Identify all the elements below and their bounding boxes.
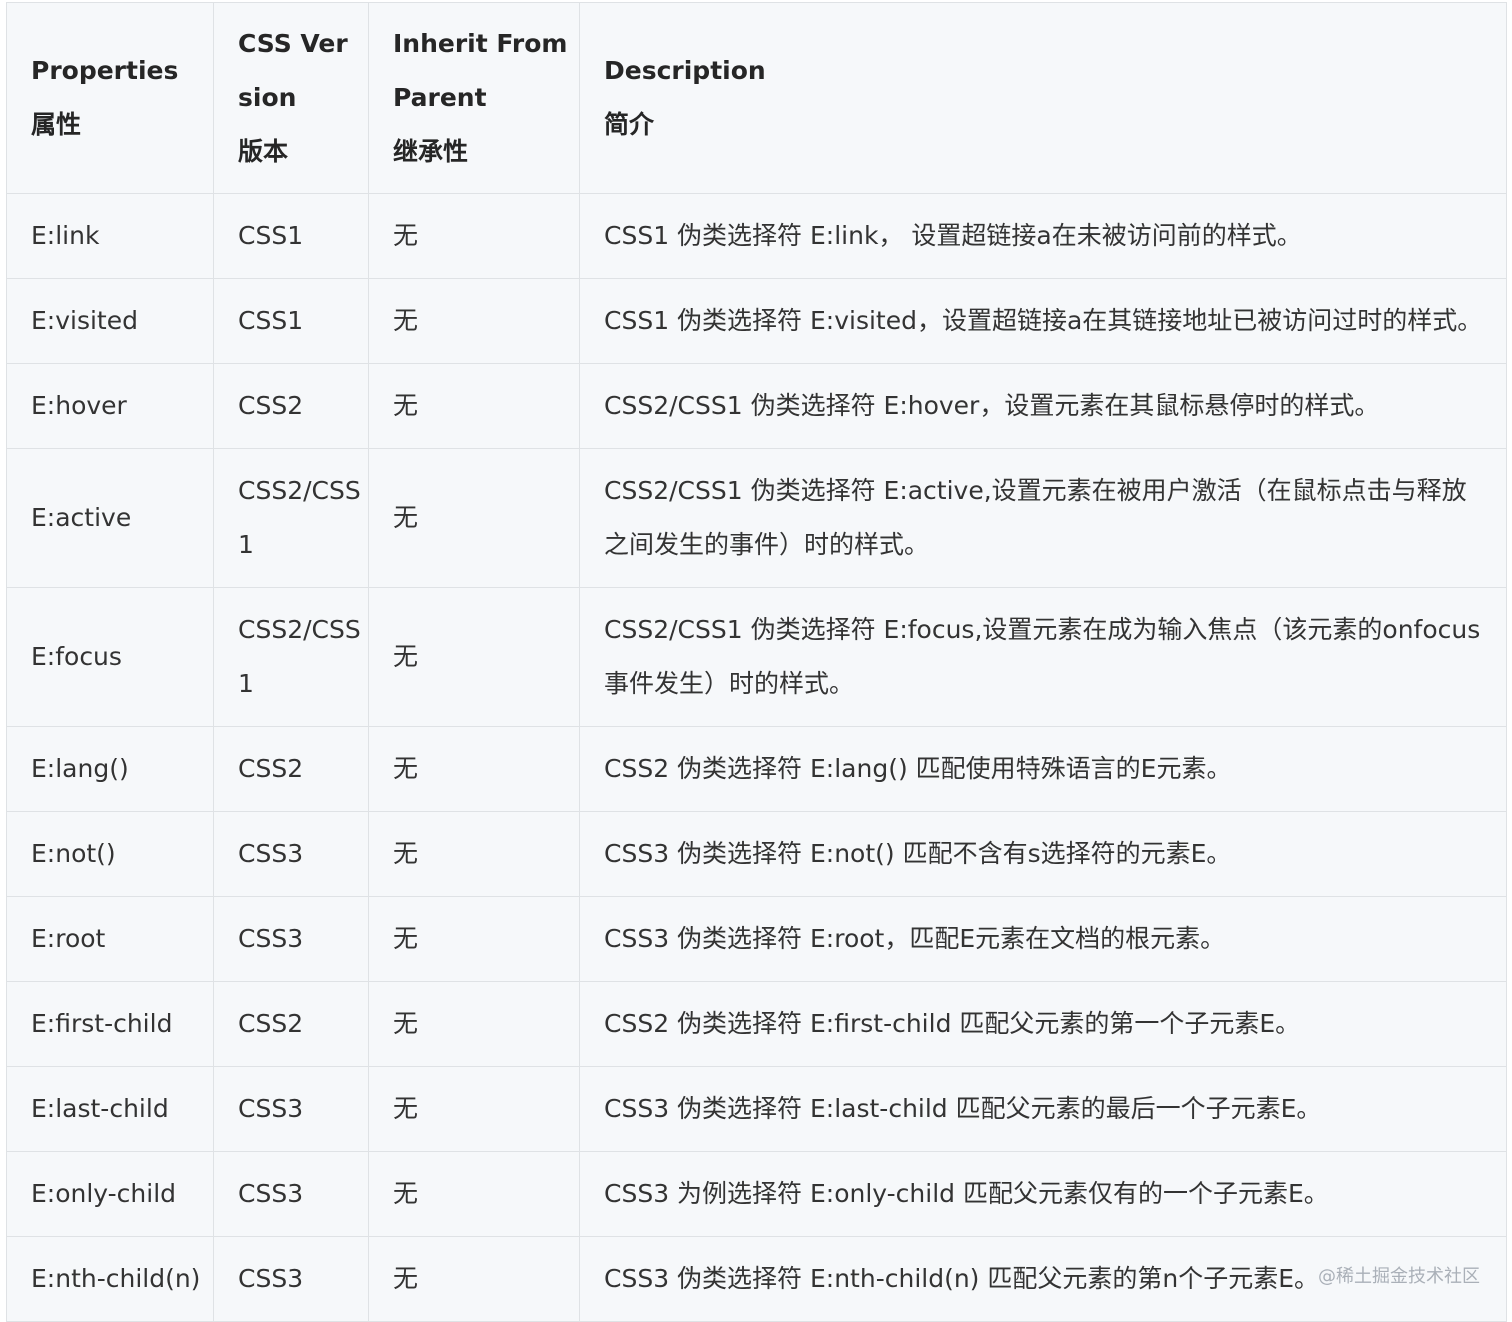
cell-inherit: 无 <box>368 726 580 812</box>
table-body: E:link CSS1 无 CSS1 伪类选择符 E:link， 设置超链接a在… <box>6 193 1507 1322</box>
cell-version: CSS2 <box>213 726 369 812</box>
cell-inherit: 无 <box>368 587 580 727</box>
table-row: E:last-child CSS3 无 CSS3 伪类选择符 E:last-ch… <box>6 1066 1507 1152</box>
cell-property: E:only-child <box>6 1151 214 1237</box>
cell-property: E:hover <box>6 363 214 449</box>
pseudo-class-table: Properties 属性 CSS Ver sion 版本 Inherit Fr… <box>6 2 1507 1322</box>
cell-property: E:focus <box>6 587 214 727</box>
header-version: CSS Ver sion 版本 <box>213 2 369 194</box>
cell-property: E:nth-child(n) <box>6 1236 214 1322</box>
cell-inherit: 无 <box>368 811 580 897</box>
cell-inherit: 无 <box>368 896 580 982</box>
table-row: E:root CSS3 无 CSS3 伪类选择符 E:root，匹配E元素在文档… <box>6 896 1507 982</box>
cell-description: CSS3 伪类选择符 E:root，匹配E元素在文档的根元素。 <box>579 896 1507 982</box>
cell-version: CSS1 <box>213 278 369 364</box>
table-row: E:first-child CSS2 无 CSS2 伪类选择符 E:first-… <box>6 981 1507 1067</box>
cell-version: CSS2/CSS1 <box>213 587 369 727</box>
header-properties: Properties 属性 <box>6 2 214 194</box>
cell-inherit: 无 <box>368 1236 580 1322</box>
cell-inherit: 无 <box>368 1151 580 1237</box>
cell-inherit: 无 <box>368 193 580 279</box>
cell-property: E:visited <box>6 278 214 364</box>
pseudo-class-table-container: Properties 属性 CSS Ver sion 版本 Inherit Fr… <box>6 2 1507 1322</box>
cell-version: CSS1 <box>213 193 369 279</box>
cell-property: E:first-child <box>6 981 214 1067</box>
header-description-en: Description <box>604 56 766 85</box>
table-row: E:not() CSS3 无 CSS3 伪类选择符 E:not() 匹配不含有s… <box>6 811 1507 897</box>
cell-description: CSS2/CSS1 伪类选择符 E:focus,设置元素在成为输入焦点（该元素的… <box>579 587 1507 727</box>
table-row: E:lang() CSS2 无 CSS2 伪类选择符 E:lang() 匹配使用… <box>6 726 1507 812</box>
table-row: E:hover CSS2 无 CSS2/CSS1 伪类选择符 E:hover，设… <box>6 363 1507 449</box>
cell-description: CSS1 伪类选择符 E:link， 设置超链接a在未被访问前的样式。 <box>579 193 1507 279</box>
cell-description: CSS2/CSS1 伪类选择符 E:active,设置元素在被用户激活（在鼠标点… <box>579 448 1507 588</box>
cell-inherit: 无 <box>368 448 580 588</box>
cell-description: CSS3 为例选择符 E:only-child 匹配父元素仅有的一个子元素E。 <box>579 1151 1507 1237</box>
cell-description: CSS2 伪类选择符 E:first-child 匹配父元素的第一个子元素E。 <box>579 981 1507 1067</box>
cell-property: E:lang() <box>6 726 214 812</box>
cell-version: CSS3 <box>213 1151 369 1237</box>
header-version-line2: sion <box>238 83 297 112</box>
cell-description: CSS3 伪类选择符 E:not() 匹配不含有s选择符的元素E。 <box>579 811 1507 897</box>
cell-description: CSS2 伪类选择符 E:lang() 匹配使用特殊语言的E元素。 <box>579 726 1507 812</box>
table-row: E:only-child CSS3 无 CSS3 为例选择符 E:only-ch… <box>6 1151 1507 1237</box>
cell-property: E:last-child <box>6 1066 214 1152</box>
cell-inherit: 无 <box>368 981 580 1067</box>
table-header: Properties 属性 CSS Ver sion 版本 Inherit Fr… <box>6 2 1507 194</box>
cell-version: CSS2 <box>213 363 369 449</box>
header-inherit-line2: Parent <box>393 83 487 112</box>
cell-inherit: 无 <box>368 1066 580 1152</box>
header-version-zh: 版本 <box>238 137 289 166</box>
cell-version: CSS3 <box>213 896 369 982</box>
cell-version: CSS3 <box>213 1236 369 1322</box>
cell-version: CSS2/CSS1 <box>213 448 369 588</box>
table-row: E:link CSS1 无 CSS1 伪类选择符 E:link， 设置超链接a在… <box>6 193 1507 279</box>
watermark: @稀土掘金技术社区 <box>1318 1266 1480 1287</box>
header-properties-en: Properties <box>31 56 179 85</box>
header-inherit: Inherit From Parent 继承性 <box>368 2 580 194</box>
cell-property: E:not() <box>6 811 214 897</box>
cell-description: CSS1 伪类选择符 E:visited，设置超链接a在其链接地址已被访问过时的… <box>579 278 1507 364</box>
cell-description: CSS3 伪类选择符 E:last-child 匹配父元素的最后一个子元素E。 <box>579 1066 1507 1152</box>
cell-description: CSS2/CSS1 伪类选择符 E:hover，设置元素在其鼠标悬停时的样式。 <box>579 363 1507 449</box>
header-inherit-zh: 继承性 <box>393 137 469 166</box>
table-row: E:active CSS2/CSS1 无 CSS2/CSS1 伪类选择符 E:a… <box>6 448 1507 588</box>
cell-inherit: 无 <box>368 278 580 364</box>
cell-property: E:root <box>6 896 214 982</box>
header-inherit-line1: Inherit From <box>393 29 568 58</box>
header-description-zh: 简介 <box>604 110 655 139</box>
table-row: E:visited CSS1 无 CSS1 伪类选择符 E:visited，设置… <box>6 278 1507 364</box>
cell-version: CSS3 <box>213 1066 369 1152</box>
cell-property: E:active <box>6 448 214 588</box>
header-description: Description 简介 <box>579 2 1507 194</box>
table-row: E:focus CSS2/CSS1 无 CSS2/CSS1 伪类选择符 E:fo… <box>6 587 1507 727</box>
cell-version: CSS2 <box>213 981 369 1067</box>
header-row: Properties 属性 CSS Ver sion 版本 Inherit Fr… <box>6 2 1507 194</box>
cell-inherit: 无 <box>368 363 580 449</box>
cell-property: E:link <box>6 193 214 279</box>
table-row: E:nth-child(n) CSS3 无 CSS3 伪类选择符 E:nth-c… <box>6 1236 1507 1322</box>
header-version-line1: CSS Ver <box>238 29 348 58</box>
cell-version: CSS3 <box>213 811 369 897</box>
header-properties-zh: 属性 <box>31 110 82 139</box>
